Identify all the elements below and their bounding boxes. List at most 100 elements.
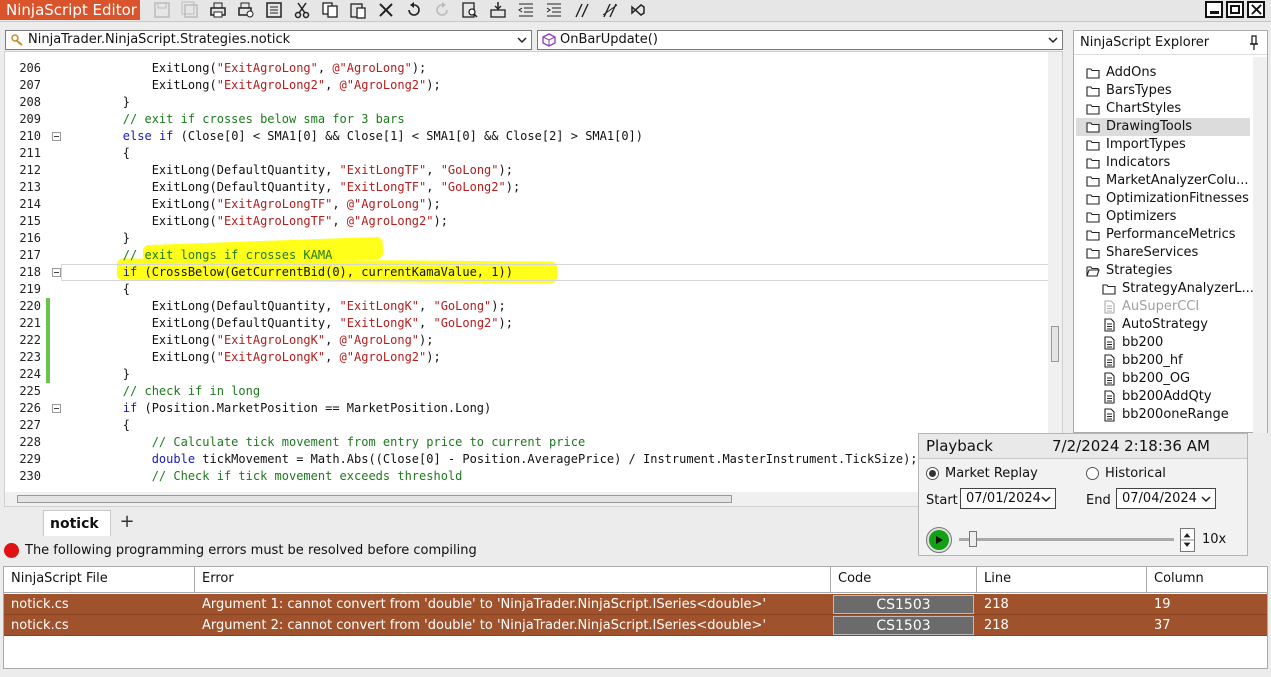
explorer-file[interactable]: bb200_OG — [1102, 370, 1250, 388]
code-line[interactable]: 214 ExitLong("ExitAgroLongTF", @"AgroLon… — [5, 196, 1050, 213]
explorer-folder[interactable]: PerformanceMetrics — [1076, 226, 1250, 244]
explorer-folder[interactable]: Indicators — [1076, 154, 1250, 172]
scroll-thumb[interactable] — [17, 495, 732, 503]
save-icon[interactable] — [148, 0, 176, 20]
code-line[interactable]: 216 } — [5, 230, 1050, 247]
code-line[interactable]: 209 // exit if crosses below sma for 3 b… — [5, 111, 1050, 128]
column-header-code[interactable]: Code — [831, 567, 977, 593]
speed-spinner[interactable] — [1180, 528, 1195, 552]
table-row[interactable]: notick.cs Argument 1: cannot convert fro… — [4, 594, 1267, 615]
paste-icon[interactable] — [344, 0, 372, 20]
add-tab-button[interactable]: + — [116, 513, 138, 533]
code-line[interactable]: 225 // check if in long — [5, 383, 1050, 400]
code-line[interactable]: 210 else if (Close[0] < SMA1[0] && Close… — [5, 128, 1050, 145]
editor-horizontal-scrollbar[interactable] — [5, 492, 1050, 506]
code-line[interactable]: 228 // Calculate tick movement from entr… — [5, 434, 1050, 451]
visual-studio-icon[interactable] — [624, 0, 652, 20]
close-button[interactable] — [1247, 1, 1265, 18]
explorer-folder[interactable]: OptimizationFitnesses — [1076, 190, 1250, 208]
column-header-file[interactable]: NinjaScript File — [4, 567, 195, 593]
code-text: ExitLong("ExitAgroLongK", @"AgroLong"); — [65, 333, 434, 347]
insert-code-icon[interactable] — [484, 0, 512, 20]
code-line[interactable]: 230 // Check if tick movement exceeds th… — [5, 468, 1050, 485]
start-date-select[interactable]: 07/01/2024 — [960, 488, 1056, 509]
explorer-folder[interactable]: ChartStyles — [1076, 100, 1250, 118]
code-line[interactable]: 208 } — [5, 94, 1050, 111]
code-line[interactable]: 222 ExitLong("ExitAgroLongK", @"AgroLong… — [5, 332, 1050, 349]
file-label: bb200oneRange — [1122, 407, 1229, 422]
explorer-folder[interactable]: MarketAnalyzerColu... — [1076, 172, 1250, 190]
maximize-button[interactable] — [1226, 1, 1244, 18]
explorer-scrollbar[interactable] — [1253, 57, 1267, 433]
code-line[interactable]: 227 { — [5, 417, 1050, 434]
explorer-file[interactable]: bb200_hf — [1102, 352, 1250, 370]
radio-historical[interactable]: Historical — [1086, 466, 1166, 481]
table-row[interactable]: notick.cs Argument 2: cannot convert fro… — [4, 615, 1267, 636]
code-line[interactable]: 217 // exit longs if crosses KAMA — [5, 247, 1050, 264]
code-line[interactable]: 206 ExitLong("ExitAgroLong", @"AgroLong"… — [5, 60, 1050, 77]
properties-icon[interactable] — [260, 0, 288, 20]
explorer-file[interactable]: bb200oneRange — [1102, 406, 1250, 424]
explorer-file[interactable]: AutoStrategy — [1102, 316, 1250, 334]
code-line[interactable]: 211 { — [5, 145, 1050, 162]
code-line[interactable]: 219 { — [5, 281, 1050, 298]
editor-vertical-scrollbar[interactable] — [1048, 52, 1062, 492]
cut-icon[interactable] — [288, 0, 316, 20]
explorer-folder[interactable]: Optimizers — [1076, 208, 1250, 226]
line-number: 224 — [19, 367, 41, 381]
code-line[interactable]: 224 } — [5, 366, 1050, 383]
code-line[interactable]: 229 double tickMovement = Math.Abs((Clos… — [5, 451, 1050, 468]
outdent-icon[interactable] — [512, 0, 540, 20]
explorer-folder[interactable]: ImportTypes — [1076, 136, 1250, 154]
comment-icon[interactable] — [568, 0, 596, 20]
explorer-folder[interactable]: Strategies — [1076, 262, 1250, 280]
minimize-button[interactable] — [1205, 1, 1223, 18]
explorer-folder[interactable]: AddOns — [1076, 64, 1250, 82]
speed-slider-thumb[interactable] — [969, 531, 977, 547]
save-all-icon[interactable] — [176, 0, 204, 20]
radio-market-replay[interactable]: Market Replay — [926, 466, 1038, 481]
collapse-icon[interactable] — [52, 404, 61, 413]
explorer-file[interactable]: bb200AddQty — [1102, 388, 1250, 406]
explorer-folder[interactable]: DrawingTools — [1076, 118, 1250, 136]
find-icon[interactable] — [456, 0, 484, 20]
code-line[interactable]: 223 ExitLong("ExitAgroLongK", @"AgroLong… — [5, 349, 1050, 366]
scroll-thumb[interactable] — [1051, 326, 1059, 362]
redo-icon[interactable] — [428, 0, 456, 20]
code-line[interactable]: 226 if (Position.MarketPosition == Marke… — [5, 400, 1050, 417]
end-date-select[interactable]: 07/04/2024 — [1116, 488, 1216, 509]
code-line[interactable]: 207 ExitLong("ExitAgroLong2", @"AgroLong… — [5, 77, 1050, 94]
explorer-folder[interactable]: BarsTypes — [1076, 82, 1250, 100]
explorer-file[interactable]: AuSuperCCI — [1102, 298, 1250, 316]
code-line[interactable]: 213 ExitLong(DefaultQuantity, "ExitLongT… — [5, 179, 1050, 196]
code-line[interactable]: 215 ExitLong("ExitAgroLongTF", @"AgroLon… — [5, 213, 1050, 230]
explorer-folder[interactable]: StrategyAnalyzerL... — [1102, 280, 1254, 298]
copy-icon[interactable] — [316, 0, 344, 20]
undo-icon[interactable] — [400, 0, 428, 20]
file-icon — [1104, 318, 1115, 332]
indent-icon[interactable] — [540, 0, 568, 20]
code-line[interactable]: 212 ExitLong(DefaultQuantity, "ExitLongT… — [5, 162, 1050, 179]
explorer-folder[interactable]: ShareServices — [1076, 244, 1250, 262]
print-preview-icon[interactable] — [232, 0, 260, 20]
play-button[interactable] — [926, 527, 952, 553]
code-line[interactable]: 220 ExitLong(DefaultQuantity, "ExitLongK… — [5, 298, 1050, 315]
column-header-line[interactable]: Line — [977, 567, 1147, 593]
explorer-file[interactable]: bb200 — [1102, 334, 1250, 352]
collapse-icon[interactable] — [52, 268, 61, 277]
column-header-column[interactable]: Column — [1147, 567, 1267, 593]
class-selector[interactable]: NinjaTrader.NinjaScript.Strategies.notic… — [5, 30, 532, 50]
code-line[interactable]: 218 if (CrossBelow(GetCurrentBid(0), cur… — [5, 264, 1050, 281]
print-icon[interactable] — [204, 0, 232, 20]
method-selector[interactable]: OnBarUpdate() — [537, 30, 1063, 50]
uncomment-icon[interactable] — [596, 0, 624, 20]
delete-icon[interactable] — [372, 0, 400, 20]
folder-label: DrawingTools — [1106, 119, 1193, 134]
tab-notick[interactable]: notick — [43, 510, 111, 536]
speed-slider-track[interactable] — [959, 538, 1174, 541]
code-line[interactable]: 221 ExitLong(DefaultQuantity, "ExitLongK… — [5, 315, 1050, 332]
code-editor[interactable]: 206 ExitLong("ExitAgroLong", @"AgroLong"… — [4, 51, 1063, 507]
collapse-icon[interactable] — [52, 132, 61, 141]
pin-icon[interactable] — [1249, 35, 1259, 51]
column-header-error[interactable]: Error — [195, 567, 831, 593]
